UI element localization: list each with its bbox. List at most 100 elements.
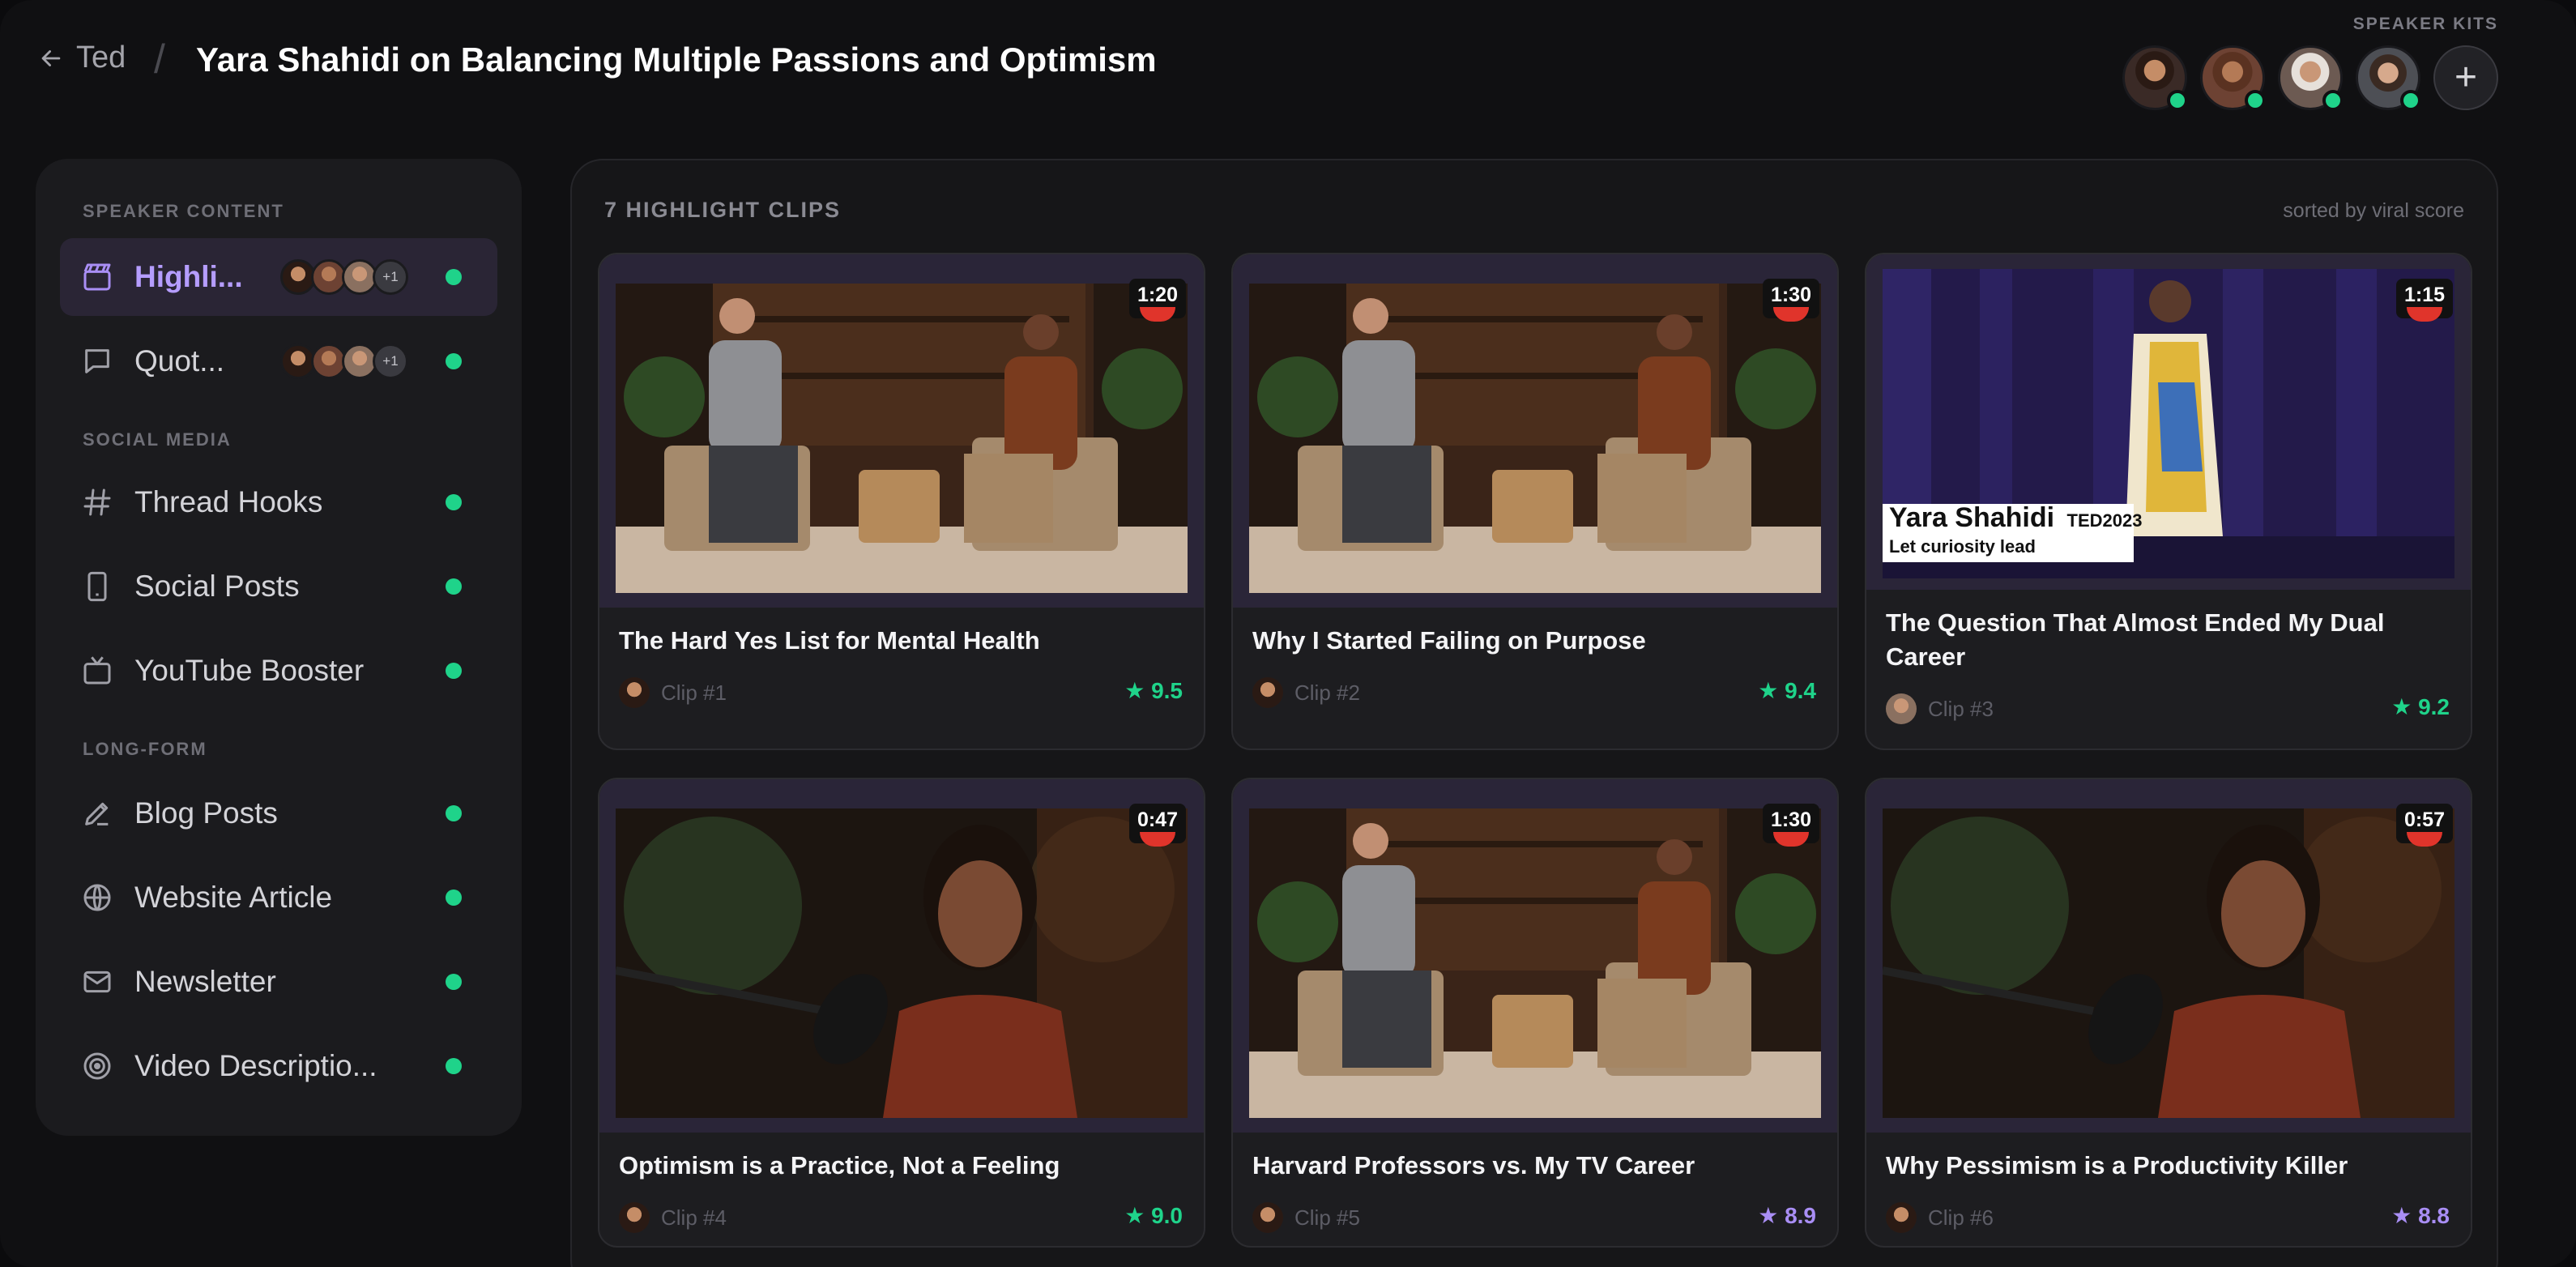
sidebar-item-video-description[interactable]: Video Descriptio... bbox=[60, 1027, 497, 1105]
viral-score: ★ 9.5 bbox=[1124, 678, 1183, 703]
sort-label: sorted by viral score bbox=[2283, 199, 2464, 222]
clip-card[interactable]: 0:57 Why Pessimism is a Productivity Kil… bbox=[1865, 778, 2472, 1248]
add-speaker-button[interactable]: + bbox=[2433, 45, 2498, 110]
avatar bbox=[1252, 1202, 1283, 1233]
clip-thumbnail: 0:47 bbox=[599, 779, 1204, 1133]
podcast-closeup-image bbox=[616, 808, 1188, 1118]
speaker-kits-label: SPEAKER KITS bbox=[2352, 15, 2498, 33]
avatar[interactable] bbox=[2278, 45, 2344, 111]
status-dot bbox=[446, 889, 462, 906]
sidebar-item-website-article[interactable]: Website Article bbox=[60, 859, 497, 936]
clip-thumbnail: 1:30 bbox=[1233, 779, 1837, 1133]
more-avatars-badge: +1 bbox=[373, 343, 408, 379]
clip-thumbnail: 1:15 Yara Shahidi TED2023 Let curiosity … bbox=[1866, 254, 2471, 590]
clip-card[interactable]: 0:47 Optimism is a Practice, Not a Feeli… bbox=[598, 778, 1205, 1248]
duration-badge: 0:57 bbox=[2395, 804, 2453, 843]
app-frame: Ted / Yara Shahidi on Balancing Multiple… bbox=[0, 0, 2576, 1267]
target-icon bbox=[83, 1052, 111, 1080]
clip-number: Clip #6 bbox=[1928, 1205, 1994, 1230]
section-label: SOCIAL MEDIA bbox=[83, 429, 232, 450]
clip-number: Clip #5 bbox=[1294, 1205, 1360, 1230]
duration-badge: 1:30 bbox=[1762, 804, 1819, 843]
clip-title: Harvard Professors vs. My TV Career bbox=[1252, 1151, 1695, 1180]
avatar bbox=[619, 1202, 650, 1233]
clip-title: Why Pessimism is a Productivity Killer bbox=[1886, 1151, 2348, 1180]
status-dot bbox=[446, 974, 462, 990]
status-dot bbox=[2400, 90, 2421, 111]
viral-score: ★ 9.0 bbox=[1124, 1203, 1183, 1228]
status-dot bbox=[446, 269, 462, 285]
status-dot bbox=[2322, 90, 2344, 111]
duration-badge: 1:20 bbox=[1128, 279, 1186, 318]
clip-card[interactable]: 1:30 Harvard Professors vs. My TV Career… bbox=[1231, 778, 1839, 1248]
studio-scene-image bbox=[1249, 808, 1821, 1118]
back-link[interactable]: Ted bbox=[37, 41, 126, 75]
sidebar-item-label: Social Posts bbox=[134, 570, 300, 603]
clapperboard-icon bbox=[83, 263, 111, 291]
sidebar-item-label: Highli... bbox=[134, 260, 243, 293]
clips-panel: 7 HIGHLIGHT CLIPS sorted by viral score bbox=[570, 159, 2498, 1267]
avatar bbox=[619, 677, 650, 708]
sidebar-item-youtube-booster[interactable]: YouTube Booster bbox=[60, 632, 497, 710]
phone-icon bbox=[87, 571, 107, 602]
arrow-left-icon bbox=[41, 49, 61, 66]
lower-third-name-text: Yara Shahidi bbox=[1889, 502, 2055, 533]
clip-number: Clip #1 bbox=[661, 680, 727, 705]
clip-meta: Clip #3 bbox=[1886, 693, 1994, 724]
clip-card[interactable]: 1:20 The Hard Yes List for Mental Health… bbox=[598, 253, 1205, 750]
lower-third-event: TED2023 bbox=[2066, 510, 2143, 531]
duration-badge: 0:47 bbox=[1128, 804, 1186, 843]
sidebar-item-label: YouTube Booster bbox=[134, 654, 365, 687]
pen-icon bbox=[85, 802, 109, 825]
sidebar-item-newsletter[interactable]: Newsletter bbox=[60, 943, 497, 1021]
avatar bbox=[1252, 677, 1283, 708]
avatar bbox=[1886, 693, 1917, 724]
page-title: Yara Shahidi on Balancing Multiple Passi… bbox=[196, 41, 1157, 79]
studio-scene-image bbox=[1249, 284, 1821, 593]
clip-thumbnail: 1:20 bbox=[599, 254, 1204, 608]
clip-meta: Clip #2 bbox=[1252, 677, 1360, 708]
clip-card[interactable]: 1:15 Yara Shahidi TED2023 Let curiosity … bbox=[1865, 253, 2472, 750]
viral-score: ★ 9.4 bbox=[1758, 678, 1816, 703]
sidebar-item-blog-posts[interactable]: Blog Posts bbox=[60, 774, 497, 852]
tv-icon bbox=[83, 656, 111, 685]
mail-icon bbox=[83, 971, 111, 993]
clip-title: The Question That Almost Ended My Dual C… bbox=[1886, 608, 2385, 671]
clip-thumbnail: 0:57 bbox=[1866, 779, 2471, 1133]
clips-count: 7 HIGHLIGHT CLIPS bbox=[604, 198, 842, 222]
status-dot bbox=[2245, 90, 2266, 111]
sidebar-item-label: Blog Posts bbox=[134, 796, 278, 830]
lower-third-tagline: Let curiosity lead bbox=[1889, 536, 2036, 557]
status-dot bbox=[446, 494, 462, 510]
viral-score: ★ 8.9 bbox=[1758, 1203, 1816, 1228]
viral-score: ★ 9.2 bbox=[2391, 694, 2450, 719]
lower-third-name: Yara Shahidi TED2023 bbox=[1889, 502, 2143, 534]
speaker-avatars: +1 bbox=[280, 259, 408, 295]
clip-title: Optimism is a Practice, Not a Feeling bbox=[619, 1151, 1060, 1180]
sidebar-item-label: Newsletter bbox=[134, 965, 276, 998]
section-label: SPEAKER CONTENT bbox=[83, 201, 284, 221]
status-dot bbox=[446, 578, 462, 595]
clip-thumbnail: 1:30 bbox=[1233, 254, 1837, 608]
back-label: Ted bbox=[76, 41, 126, 75]
clip-meta: Clip #1 bbox=[619, 677, 727, 708]
clip-title: The Hard Yes List for Mental Health bbox=[619, 626, 1040, 655]
breadcrumb-separator: / bbox=[154, 36, 165, 82]
sidebar-item-social-posts[interactable]: Social Posts bbox=[60, 548, 497, 625]
avatar[interactable] bbox=[2200, 45, 2266, 111]
sidebar-item-label: Quot... bbox=[134, 344, 225, 378]
sidebar-item-highlights[interactable]: Highli... +1 bbox=[60, 238, 497, 316]
sidebar-item-thread-hooks[interactable]: Thread Hooks bbox=[60, 463, 497, 541]
status-dot bbox=[446, 805, 462, 821]
speaker-kits: + bbox=[2122, 45, 2498, 111]
sidebar-item-quotes[interactable]: Quot... +1 bbox=[60, 322, 497, 400]
sidebar: SPEAKER CONTENT Highli... +1 Quot... +1 bbox=[36, 159, 522, 1136]
sidebar-item-label: Website Article bbox=[134, 881, 333, 914]
status-dot bbox=[446, 663, 462, 679]
speaker-avatars: +1 bbox=[280, 343, 408, 379]
avatar[interactable] bbox=[2122, 45, 2188, 111]
sidebar-item-label: Video Descriptio... bbox=[134, 1049, 377, 1082]
avatar[interactable] bbox=[2356, 45, 2421, 111]
clip-meta: Clip #5 bbox=[1252, 1202, 1360, 1233]
clip-card[interactable]: 1:30 Why I Started Failing on Purpose Cl… bbox=[1231, 253, 1839, 750]
